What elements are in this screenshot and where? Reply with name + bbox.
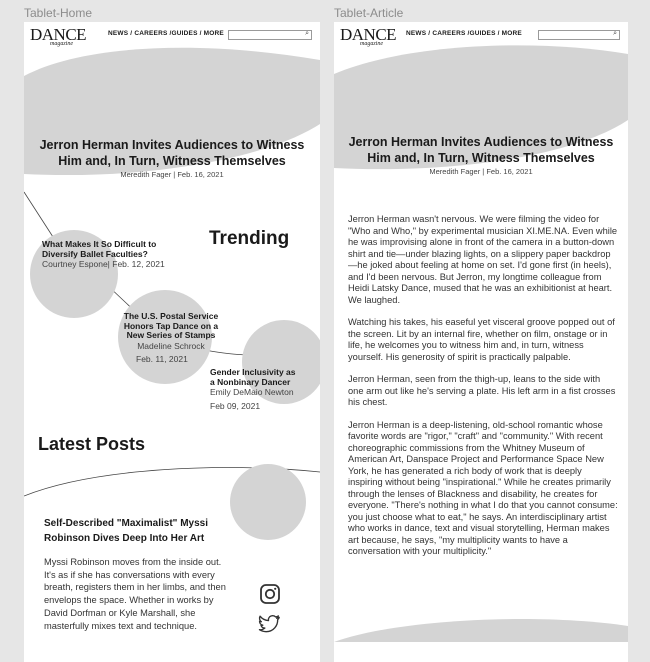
frame-label-home: Tablet-Home <box>24 6 93 20</box>
hero-meta: Meredith Fager | Feb. 16, 2021 <box>429 167 533 176</box>
trending-item-1[interactable]: What Makes It So Difficult to Diversify … <box>42 239 165 270</box>
hero-title-line: Him and, In Turn, Witness Themselves <box>58 154 286 168</box>
article-paragraph: Jerron Herman wasn't nervous. We were fi… <box>348 214 618 305</box>
trending-item-meta: Courtney Espone| Feb. 12, 2021 <box>42 259 165 269</box>
trending-item-title: Diversify Ballet Faculties? <box>42 248 148 259</box>
trending-item-author: Emily DeMaio Newton <box>210 387 294 397</box>
footer-image-shape <box>334 619 628 642</box>
latest-post-title[interactable]: Self-Described "Maximalist" Myssi Robins… <box>44 516 244 546</box>
tablet-home-frame: DANCE magazine NEWS / CAREERS /GUIDES / … <box>24 22 320 662</box>
latest-post-excerpt: Myssi Robinson moves from the inside out… <box>44 557 226 631</box>
trending-item-3[interactable]: Gender Inclusivity as a Nonbinary Dancer… <box>210 367 296 411</box>
article-body: Jerron Herman wasn't nervous. We were fi… <box>348 214 618 569</box>
trending-item-date: Feb 09, 2021 <box>210 400 261 411</box>
hero-title-line: Him and, In Turn, Witness Themselves <box>367 151 595 165</box>
trending-heading: Trending <box>209 228 290 249</box>
hero-title-line: Jerron Herman Invites Audiences to Witne… <box>348 135 614 149</box>
latest-post-title-line: Self-Described "Maximalist" Myssi <box>44 518 208 529</box>
trending-item-title: New Series of Stamps <box>126 330 216 340</box>
hero-meta: Meredith Fager | Feb. 16, 2021 <box>120 170 224 179</box>
tablet-article-frame: DANCE magazine NEWS / CAREERS /GUIDES / … <box>334 22 628 662</box>
instagram-icon[interactable] <box>258 582 282 606</box>
frame-label-article: Tablet-Article <box>334 6 404 20</box>
trending-item-title: a Nonbinary Dancer <box>210 376 291 387</box>
trending-item-date: Feb. 11, 2021 <box>136 354 188 364</box>
article-paragraph: Jerron Herman is a deep-listening, old-s… <box>348 419 618 557</box>
trending-item-author: Madeline Schrock <box>137 340 205 351</box>
article-paragraph: Watching his takes, his easeful yet visc… <box>348 317 615 362</box>
latest-post-title-line: Robinson Dives Deep Into Her Art <box>44 533 205 544</box>
trending-item-2[interactable]: The U.S. Postal Service Honors Tap Dance… <box>116 311 226 365</box>
article-paragraph: Jerron Herman, seen from the thigh-up, l… <box>348 374 616 407</box>
hero-title[interactable]: Jerron Herman Invites Audiences to Witne… <box>24 137 320 169</box>
hero-title: Jerron Herman Invites Audiences to Witne… <box>334 134 628 166</box>
hero-title-line: Jerron Herman Invites Audiences to Witne… <box>39 138 305 152</box>
latest-posts-heading: Latest Posts <box>38 434 146 454</box>
twitter-icon[interactable] <box>258 614 282 636</box>
